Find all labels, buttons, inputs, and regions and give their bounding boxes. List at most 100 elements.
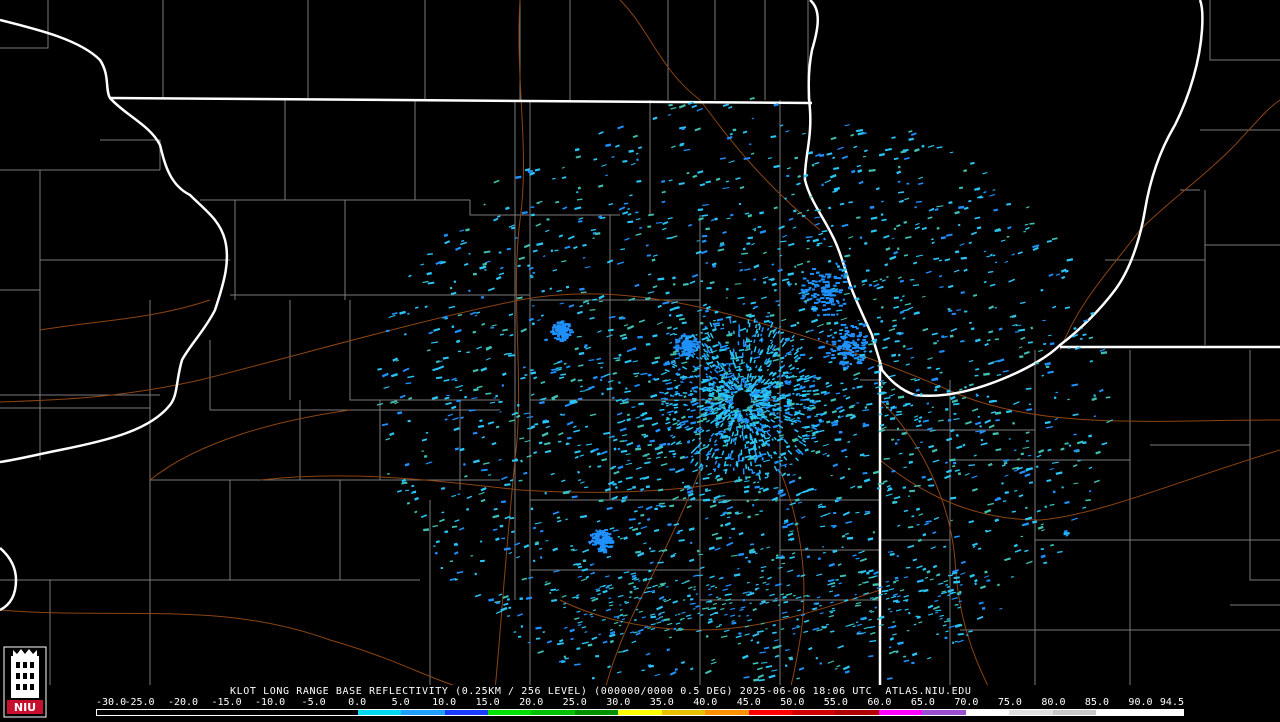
echo-mark — [597, 532, 601, 535]
echo-mark — [836, 265, 841, 268]
echo-mark — [676, 346, 679, 349]
echo-mark — [559, 322, 564, 325]
echo-mark — [964, 310, 968, 313]
echo-mark — [869, 205, 875, 209]
echo-mark — [696, 341, 701, 344]
echo-mark — [857, 349, 860, 352]
echo-mark — [852, 387, 856, 390]
echo-mark — [739, 414, 742, 419]
legend-tick-labels: -30.0 -25.0 -20.0 -15.0 -10.0 -5.0 0.0 5.0 10.0 1… — [94, 697, 1194, 709]
echo-mark — [815, 657, 818, 660]
echo-mark — [517, 635, 522, 638]
echo-mark — [696, 345, 701, 348]
echo-mark — [1093, 394, 1096, 397]
echo-mark — [675, 344, 680, 347]
echo-mark — [755, 320, 758, 323]
echo-mark — [617, 535, 620, 538]
echo-mark — [854, 346, 859, 349]
echo-mark — [842, 280, 848, 283]
echo-mark — [818, 280, 822, 283]
echo-mark — [906, 182, 910, 185]
echo-mark — [839, 332, 842, 335]
echo-mark — [934, 389, 938, 392]
echo-mark — [808, 286, 812, 289]
echo-mark — [838, 277, 842, 280]
echo-mark — [849, 363, 852, 365]
echo-mark — [563, 330, 568, 333]
echo-mark — [740, 449, 743, 456]
echo-mark — [498, 251, 502, 254]
echo-mark — [826, 313, 831, 316]
echo-mark — [795, 394, 799, 396]
echo-mark — [741, 427, 744, 431]
echo-mark — [508, 606, 512, 609]
echo-mark — [602, 538, 606, 541]
echo-mark — [757, 225, 762, 228]
color-bar-segment — [183, 710, 228, 715]
echo-mark — [843, 356, 848, 359]
echo-mark — [738, 333, 741, 338]
echo-mark — [816, 298, 821, 301]
echo-mark — [850, 325, 854, 327]
legend-tick-label: -5.0 — [301, 697, 326, 708]
echo-mark — [852, 355, 854, 357]
echo-mark — [559, 340, 565, 342]
color-bar-segment — [227, 710, 271, 715]
echo-mark — [812, 268, 817, 270]
echo-mark — [840, 382, 844, 385]
echo-mark — [807, 298, 812, 301]
echo-mark — [843, 276, 847, 279]
echo-mark — [920, 441, 924, 443]
echo-mark — [554, 337, 557, 340]
echo-mark — [708, 398, 713, 400]
echo-mark — [817, 314, 820, 317]
legend-tick-label: 50.0 — [780, 697, 805, 708]
color-bar-segment — [357, 710, 402, 715]
echo-mark — [844, 330, 850, 333]
color-bar-segment — [618, 710, 662, 715]
echo-mark — [839, 360, 845, 363]
echo-mark — [673, 346, 676, 349]
echo-mark — [772, 400, 778, 402]
echo-mark — [822, 304, 826, 307]
echo-mark — [598, 499, 604, 503]
echo-mark — [848, 349, 853, 351]
echo-mark — [700, 321, 704, 325]
echo-mark — [893, 296, 899, 300]
logo-text: NIU — [14, 701, 36, 714]
echo-mark — [724, 400, 728, 403]
echo-mark — [544, 492, 547, 495]
echo-mark — [836, 313, 839, 316]
echo-mark — [595, 537, 600, 540]
echo-mark — [566, 335, 569, 338]
echo-mark — [609, 539, 614, 542]
echo-mark — [687, 348, 691, 351]
legend-tick-label: -20.0 — [167, 697, 199, 708]
echo-mark — [741, 457, 744, 462]
echo-mark — [563, 327, 567, 330]
echo-mark — [595, 529, 598, 532]
echo-mark — [827, 335, 830, 338]
echo-mark — [818, 274, 824, 277]
echo-mark — [683, 403, 686, 406]
echo-mark — [820, 297, 825, 300]
echo-mark — [672, 283, 676, 286]
echo-mark — [847, 467, 851, 470]
echo-mark — [499, 524, 504, 528]
echo-mark — [842, 298, 845, 301]
echo-mark — [569, 329, 573, 332]
echo-mark — [800, 297, 804, 300]
echo-mark — [852, 333, 855, 336]
echo-mark — [911, 661, 915, 665]
echo-mark — [853, 357, 859, 360]
echo-mark — [472, 272, 477, 276]
echo-mark — [825, 308, 828, 311]
echo-mark — [738, 632, 742, 635]
echo-mark — [966, 634, 969, 636]
echo-mark — [694, 343, 699, 346]
echo-mark — [840, 335, 843, 338]
echo-mark — [809, 399, 815, 402]
color-bar-segment — [401, 710, 445, 715]
echo-mark — [610, 537, 613, 540]
color-bar-segment — [748, 710, 792, 715]
